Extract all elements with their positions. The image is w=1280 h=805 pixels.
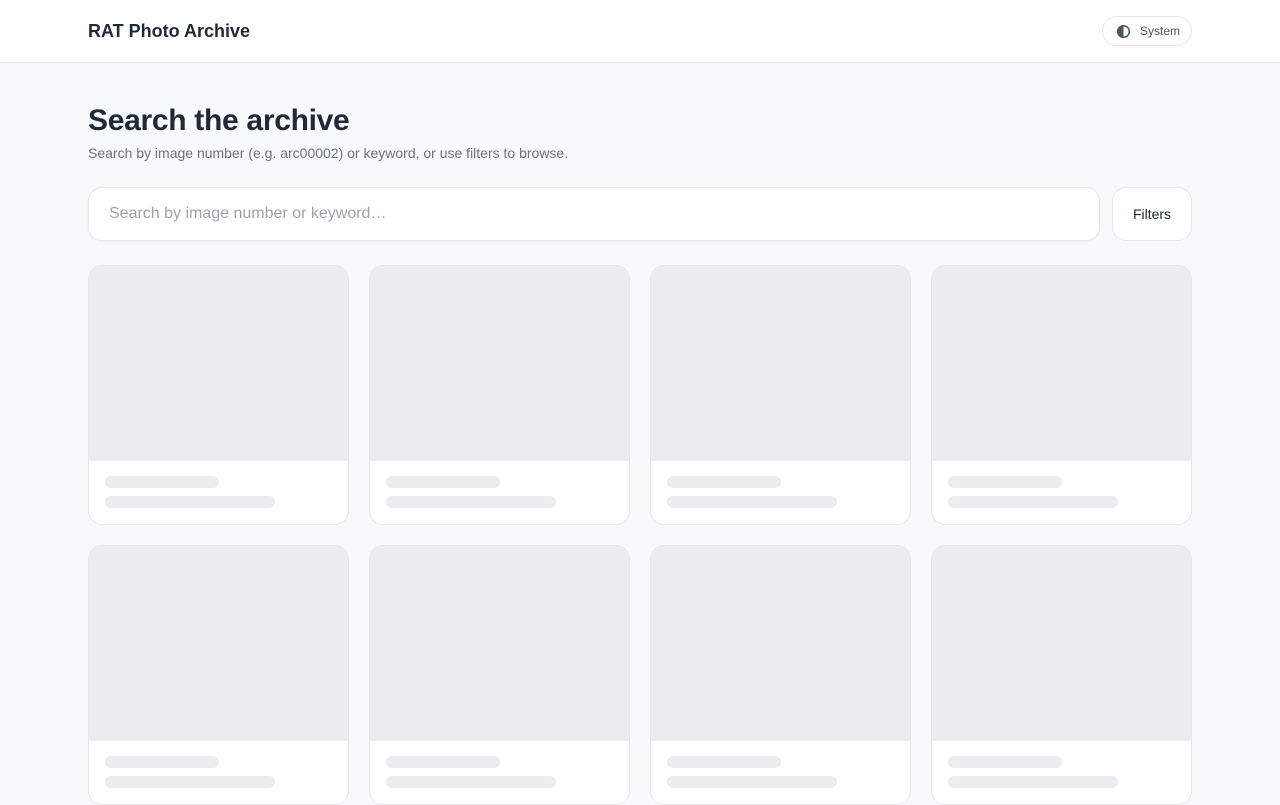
skeleton-thumbnail [651, 546, 910, 741]
skeleton-title-line [667, 756, 781, 768]
top-bar: RAT Photo Archive System [0, 0, 1280, 63]
theme-toggle-button[interactable]: System [1102, 16, 1192, 46]
skeleton-thumbnail [89, 546, 348, 741]
skeleton-thumbnail [932, 546, 1191, 741]
skeleton-subtitle-line [948, 496, 1118, 508]
skeleton-card [88, 265, 349, 525]
skeleton-card [88, 545, 349, 805]
skeleton-subtitle-line [667, 776, 837, 788]
page-subtitle: Search by image number (e.g. arc00002) o… [88, 145, 569, 161]
skeleton-subtitle-line [386, 776, 556, 788]
skeleton-title-line [386, 756, 500, 768]
skeleton-thumbnail [932, 266, 1191, 461]
skeleton-thumbnail [370, 266, 629, 461]
skeleton-card [650, 265, 911, 525]
skeleton-title-line [386, 476, 500, 488]
skeleton-subtitle-line [105, 496, 275, 508]
skeleton-card [369, 265, 630, 525]
skeleton-title-line [948, 756, 1062, 768]
page-title: Search the archive [88, 104, 350, 137]
skeleton-title-line [105, 476, 219, 488]
skeleton-title-line [948, 476, 1062, 488]
skeleton-subtitle-line [105, 776, 275, 788]
skeleton-subtitle-line [667, 496, 837, 508]
skeleton-thumbnail [89, 266, 348, 461]
skeleton-card [650, 545, 911, 805]
app-title[interactable]: RAT Photo Archive [88, 20, 250, 42]
skeleton-subtitle-line [948, 776, 1118, 788]
skeleton-card [931, 545, 1192, 805]
search-input[interactable] [88, 187, 1100, 241]
filters-button[interactable]: Filters [1112, 187, 1192, 241]
skeleton-subtitle-line [386, 496, 556, 508]
theme-toggle-label: System [1140, 24, 1181, 38]
half-circle-contrast-icon [1116, 24, 1131, 38]
skeleton-title-line [105, 756, 219, 768]
skeleton-title-line [667, 476, 781, 488]
skeleton-card [931, 265, 1192, 525]
skeleton-card [369, 545, 630, 805]
results-grid [88, 265, 1192, 805]
skeleton-thumbnail [651, 266, 910, 461]
skeleton-thumbnail [370, 546, 629, 741]
